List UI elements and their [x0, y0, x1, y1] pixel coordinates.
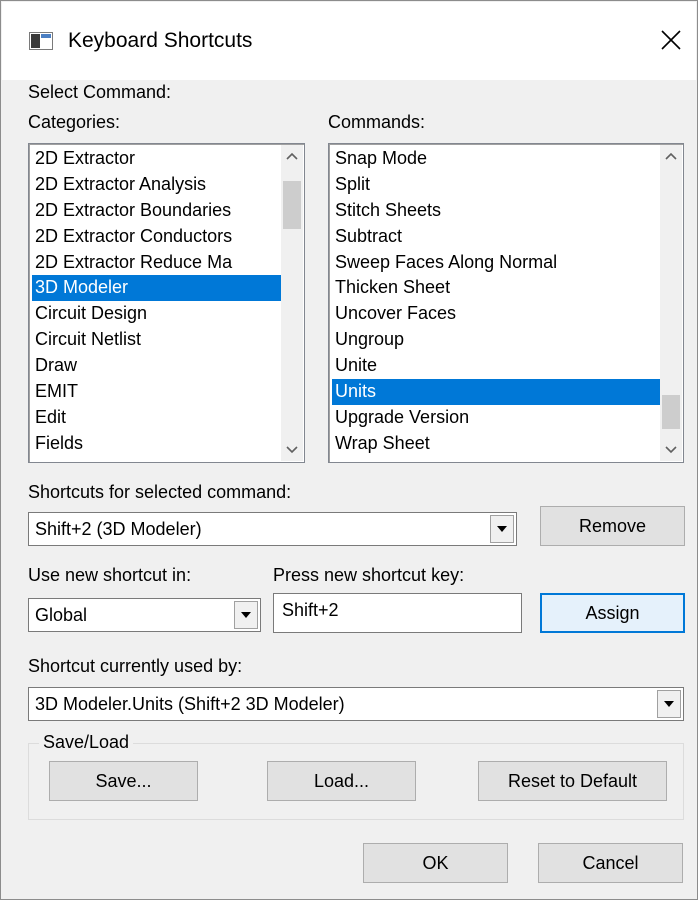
- category-item[interactable]: 2D Extractor Conductors: [32, 224, 282, 250]
- command-item[interactable]: Upgrade Version: [332, 405, 661, 431]
- keyboard-shortcuts-dialog: Keyboard Shortcuts Select Command: Categ…: [0, 0, 698, 900]
- category-item[interactable]: 2D Extractor Reduce Ma: [32, 250, 282, 276]
- load-button[interactable]: Load...: [267, 761, 416, 801]
- close-button[interactable]: [648, 12, 694, 68]
- dropdown-button[interactable]: [490, 515, 514, 543]
- category-item[interactable]: 2D Extractor Boundaries: [32, 198, 282, 224]
- category-item[interactable]: Draw: [32, 353, 282, 379]
- categories-label: Categories:: [28, 112, 121, 132]
- use-in-dropdown[interactable]: Global: [28, 598, 261, 632]
- command-item[interactable]: Uncover Faces: [332, 301, 661, 327]
- commands-scrollbar[interactable]: [660, 145, 682, 461]
- commands-listbox[interactable]: Snap Mode Split Stitch Sheets Subtract Sweep…: [328, 143, 684, 463]
- scroll-down-button[interactable]: [281, 439, 303, 461]
- categories-scrollbar[interactable]: [281, 145, 303, 461]
- title-bar: Keyboard Shortcuts: [2, 2, 696, 80]
- category-item[interactable]: Circuit Netlist: [32, 327, 282, 353]
- dropdown-button[interactable]: [657, 690, 681, 718]
- shortcuts-value: Shift+2 (3D Modeler): [35, 519, 202, 539]
- command-item[interactable]: Split: [332, 172, 661, 198]
- currently-used-label: Shortcut currently used by:: [28, 656, 243, 676]
- window-title: Keyboard Shortcuts: [68, 29, 253, 52]
- command-item[interactable]: Snap Mode: [332, 146, 661, 172]
- command-item[interactable]: Subtract: [332, 224, 661, 250]
- cancel-button[interactable]: Cancel: [538, 843, 683, 883]
- commands-label: Commands:: [328, 112, 426, 132]
- category-item[interactable]: EMIT: [32, 379, 282, 405]
- chevron-up-icon: [665, 152, 677, 160]
- chevron-up-icon: [286, 152, 298, 160]
- dropdown-button[interactable]: [234, 601, 258, 629]
- command-item[interactable]: Ungroup: [332, 327, 661, 353]
- assign-button[interactable]: Assign: [540, 593, 685, 633]
- category-item[interactable]: 2D Extractor: [32, 146, 282, 172]
- currently-used-value: 3D Modeler.Units (Shift+2 3D Modeler): [35, 694, 345, 714]
- dropdown-arrow-icon: [241, 612, 251, 618]
- category-item[interactable]: Fields: [32, 431, 282, 457]
- category-item[interactable]: Circuit Design: [32, 301, 282, 327]
- select-command-label: Select Command:: [28, 82, 172, 102]
- command-item[interactable]: Thicken Sheet: [332, 275, 661, 301]
- dropdown-arrow-icon: [497, 526, 507, 532]
- new-shortcut-key-input[interactable]: [282, 598, 517, 622]
- category-item[interactable]: 2D Extractor Analysis: [32, 172, 282, 198]
- command-item[interactable]: Sweep Faces Along Normal: [332, 250, 661, 276]
- category-item[interactable]: 3D Modeler: [32, 275, 282, 302]
- close-icon: [661, 30, 681, 50]
- scroll-up-button[interactable]: [281, 145, 303, 167]
- dropdown-arrow-icon: [664, 701, 674, 707]
- currently-used-dropdown[interactable]: 3D Modeler.Units (Shift+2 3D Modeler): [28, 687, 684, 721]
- use-in-value: Global: [35, 605, 88, 625]
- scroll-thumb[interactable]: [283, 181, 301, 229]
- use-in-label: Use new shortcut in:: [28, 565, 192, 585]
- command-item[interactable]: Stitch Sheets: [332, 198, 661, 224]
- scroll-down-button[interactable]: [660, 439, 682, 461]
- reset-to-default-button[interactable]: Reset to Default: [478, 761, 667, 801]
- command-item[interactable]: Units: [332, 379, 661, 405]
- save-button[interactable]: Save...: [49, 761, 198, 801]
- shortcuts-label: Shortcuts for selected command:: [28, 482, 292, 502]
- shortcuts-dropdown[interactable]: Shift+2 (3D Modeler): [28, 512, 517, 546]
- category-item[interactable]: Edit: [32, 405, 282, 431]
- scroll-up-button[interactable]: [660, 145, 682, 167]
- remove-button[interactable]: Remove: [540, 506, 685, 546]
- new-key-label: Press new shortcut key:: [273, 565, 465, 585]
- categories-listbox[interactable]: 2D Extractor 2D Extractor Analysis 2D Extr…: [28, 143, 305, 463]
- chevron-down-icon: [665, 446, 677, 454]
- app-window-icon: [29, 32, 53, 50]
- chevron-down-icon: [286, 446, 298, 454]
- command-item[interactable]: Wrap Sheet: [332, 431, 661, 457]
- command-item[interactable]: Unite: [332, 353, 661, 379]
- new-shortcut-key-field[interactable]: [273, 593, 522, 633]
- scroll-thumb[interactable]: [662, 395, 680, 429]
- save-load-legend: Save/Load: [39, 732, 134, 753]
- ok-button[interactable]: OK: [363, 843, 508, 883]
